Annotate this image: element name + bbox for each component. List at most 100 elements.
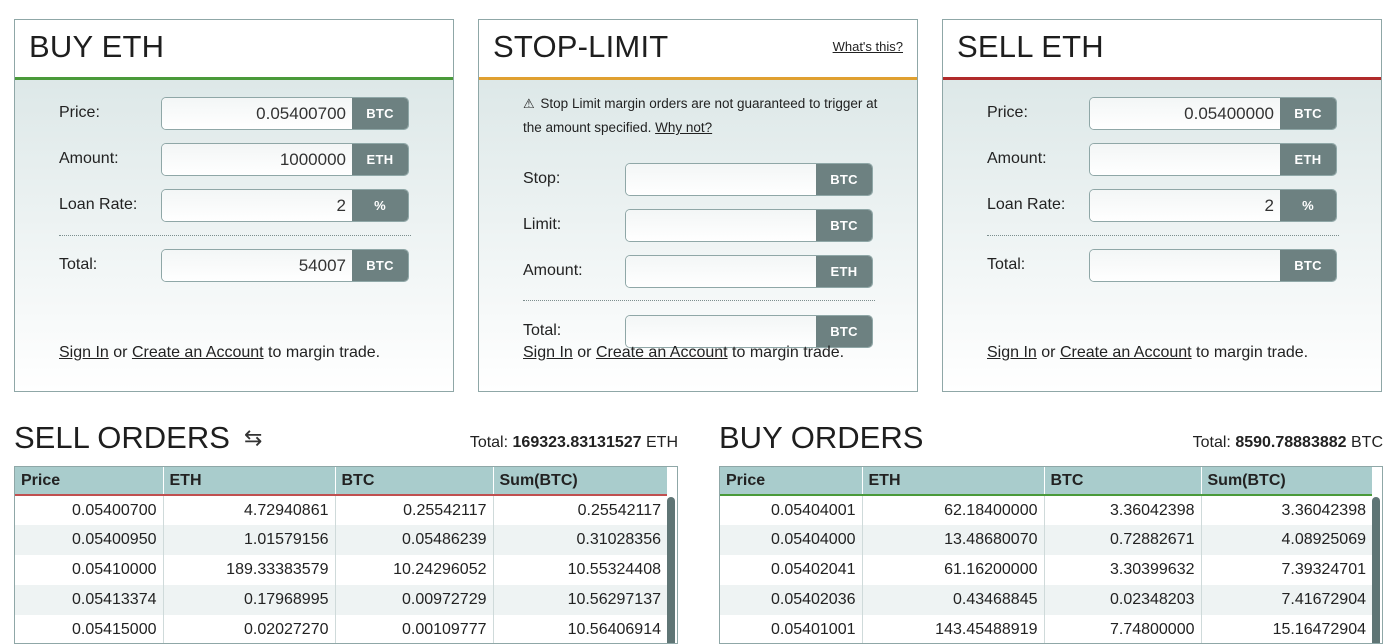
sign-in-link[interactable]: Sign In — [523, 344, 573, 361]
table-row[interactable]: 0.05404001 62.18400000 3.36042398 3.3604239… — [720, 495, 1372, 525]
table-cell: 7.41672904 — [1200, 585, 1372, 615]
buy-orders-header-row: Price ETH BTC Sum(BTC) — [720, 467, 1372, 495]
sell-amount-unit: ETH — [1280, 144, 1336, 175]
sign-in-link[interactable]: Sign In — [59, 344, 109, 361]
signin-suffix: to margin trade. — [732, 344, 845, 361]
column-header-btc[interactable]: BTC — [1043, 467, 1201, 495]
buy-loan-rate-unit: % — [352, 190, 408, 221]
stop-value[interactable] — [626, 164, 816, 195]
stop-panel-title: STOP-LIMIT — [493, 29, 669, 64]
sell-loan-rate-value[interactable]: 2 — [1090, 190, 1280, 221]
stop-total-value[interactable] — [626, 316, 816, 347]
sell-loan-rate-input[interactable]: 2 % — [1089, 189, 1337, 222]
whats-this-link[interactable]: What's this? — [833, 39, 903, 54]
buy-total-currency: BTC — [1351, 434, 1383, 451]
sell-loan-rate-unit: % — [1280, 190, 1336, 221]
column-header-eth[interactable]: ETH — [861, 467, 1044, 495]
buy-price-unit: BTC — [352, 98, 408, 129]
table-row[interactable]: 0.05401001 143.45488919 7.74800000 15.16472… — [720, 615, 1372, 643]
stop-warning: ⚠ Stop Limit margin orders are not guara… — [523, 92, 883, 140]
buy-loan-rate-value[interactable]: 2 — [162, 190, 352, 221]
buy-total-value[interactable]: 54007 — [162, 250, 352, 281]
sell-total-value[interactable] — [1090, 250, 1280, 281]
column-header-btc[interactable]: BTC — [334, 467, 493, 495]
sell-total-input[interactable]: BTC — [1089, 249, 1337, 282]
sell-signin-text: Sign In or Create an Account to margin t… — [987, 344, 1308, 362]
buy-divider — [59, 235, 411, 236]
sell-total-label: Total: — [987, 256, 1026, 273]
sell-price-value[interactable]: 0.05400000 — [1090, 98, 1280, 129]
sell-orders-heading: SELL ORDERS — [14, 420, 230, 455]
create-account-link[interactable]: Create an Account — [132, 344, 264, 361]
table-cell: 3.36042398 — [1200, 495, 1372, 525]
stop-row: Stop: BTC — [523, 163, 875, 196]
table-row[interactable]: 0.05413374 0.17968995 0.00972729 10.5629713… — [15, 585, 667, 615]
sell-amount-row: Amount: ETH — [987, 143, 1339, 176]
table-cell: 0.00109777 — [334, 615, 493, 643]
stop-amount-label: Amount: — [523, 262, 583, 279]
table-row[interactable]: 0.05400950 1.01579156 0.05486239 0.31028356 — [15, 525, 667, 555]
buy-panel-header: BUY ETH — [15, 20, 453, 77]
sell-orders-scrollbar[interactable] — [667, 497, 675, 643]
sell-price-label: Price: — [987, 104, 1028, 121]
table-cell: 15.16472904 — [1200, 615, 1372, 643]
table-cell: 0.05404001 — [720, 495, 862, 525]
table-cell: 0.43468845 — [861, 585, 1044, 615]
table-row[interactable]: 0.05402036 0.43468845 0.02348203 7.41672904 — [720, 585, 1372, 615]
table-cell: 3.30399632 — [1043, 555, 1201, 585]
sell-amount-value[interactable] — [1090, 144, 1280, 175]
table-cell: 0.05415000 — [15, 615, 163, 643]
why-not-link[interactable]: Why not? — [655, 120, 712, 135]
table-row[interactable]: 0.05415000 0.02027270 0.00109777 10.5640691… — [15, 615, 667, 643]
stop-amount-input[interactable]: ETH — [625, 255, 873, 288]
limit-label: Limit: — [523, 216, 562, 233]
signin-suffix: to margin trade. — [1196, 344, 1309, 361]
buy-orders-scrollbar[interactable] — [1372, 497, 1380, 643]
limit-value[interactable] — [626, 210, 816, 241]
sell-orders-table: Price ETH BTC Sum(BTC) 0.05400700 4.72940… — [15, 467, 667, 643]
buy-loan-rate-input[interactable]: 2 % — [161, 189, 409, 222]
buy-price-value[interactable]: 0.05400700 — [162, 98, 352, 129]
stop-input[interactable]: BTC — [625, 163, 873, 196]
sign-in-link[interactable]: Sign In — [987, 344, 1037, 361]
table-cell: 189.33383579 — [162, 555, 335, 585]
sell-amount-input[interactable]: ETH — [1089, 143, 1337, 176]
column-header-sum[interactable]: Sum(BTC) — [492, 467, 667, 495]
sell-price-input[interactable]: 0.05400000 BTC — [1089, 97, 1337, 130]
stop-amount-unit: ETH — [816, 256, 872, 287]
stop-divider — [523, 300, 875, 301]
sell-price-unit: BTC — [1280, 98, 1336, 129]
sell-loan-rate-row: Loan Rate: 2 % — [987, 189, 1339, 222]
table-cell: 0.05404000 — [720, 525, 862, 555]
buy-amount-input[interactable]: 1000000 ETH — [161, 143, 409, 176]
sell-amount-label: Amount: — [987, 150, 1047, 167]
sell-orders-header-row: Price ETH BTC Sum(BTC) — [15, 467, 667, 495]
sell-orders-table-wrap: Price ETH BTC Sum(BTC) 0.05400700 4.72940… — [14, 466, 678, 644]
table-cell: 4.08925069 — [1200, 525, 1372, 555]
sell-orders-total: Total: 169323.83131527 ETH — [470, 434, 678, 452]
swap-icon[interactable]: ⇆ — [244, 418, 262, 458]
buy-total-input[interactable]: 54007 BTC — [161, 249, 409, 282]
column-header-eth[interactable]: ETH — [162, 467, 335, 495]
limit-input[interactable]: BTC — [625, 209, 873, 242]
table-cell: 10.56297137 — [492, 585, 667, 615]
buy-amount-value[interactable]: 1000000 — [162, 144, 352, 175]
buy-loan-rate-row: Loan Rate: 2 % — [59, 189, 411, 222]
buy-total-unit: BTC — [352, 250, 408, 281]
column-header-price[interactable]: Price — [15, 467, 163, 495]
buy-amount-row: Amount: 1000000 ETH — [59, 143, 411, 176]
table-row[interactable]: 0.05404000 13.48680070 0.72882671 4.0892506… — [720, 525, 1372, 555]
buy-price-row: Price: 0.05400700 BTC — [59, 97, 411, 130]
column-header-price[interactable]: Price — [720, 467, 862, 495]
buy-panel-title: BUY ETH — [29, 29, 165, 64]
column-header-sum[interactable]: Sum(BTC) — [1200, 467, 1372, 495]
create-account-link[interactable]: Create an Account — [1060, 344, 1192, 361]
table-row[interactable]: 0.05410000 189.33383579 10.24296052 10.5532… — [15, 555, 667, 585]
create-account-link[interactable]: Create an Account — [596, 344, 728, 361]
table-row[interactable]: 0.05400700 4.72940861 0.25542117 0.25542117 — [15, 495, 667, 525]
table-row[interactable]: 0.05402041 61.16200000 3.30399632 7.3932470… — [720, 555, 1372, 585]
table-cell: 0.72882671 — [1043, 525, 1201, 555]
table-cell: 3.36042398 — [1043, 495, 1201, 525]
stop-amount-value[interactable] — [626, 256, 816, 287]
buy-price-input[interactable]: 0.05400700 BTC — [161, 97, 409, 130]
